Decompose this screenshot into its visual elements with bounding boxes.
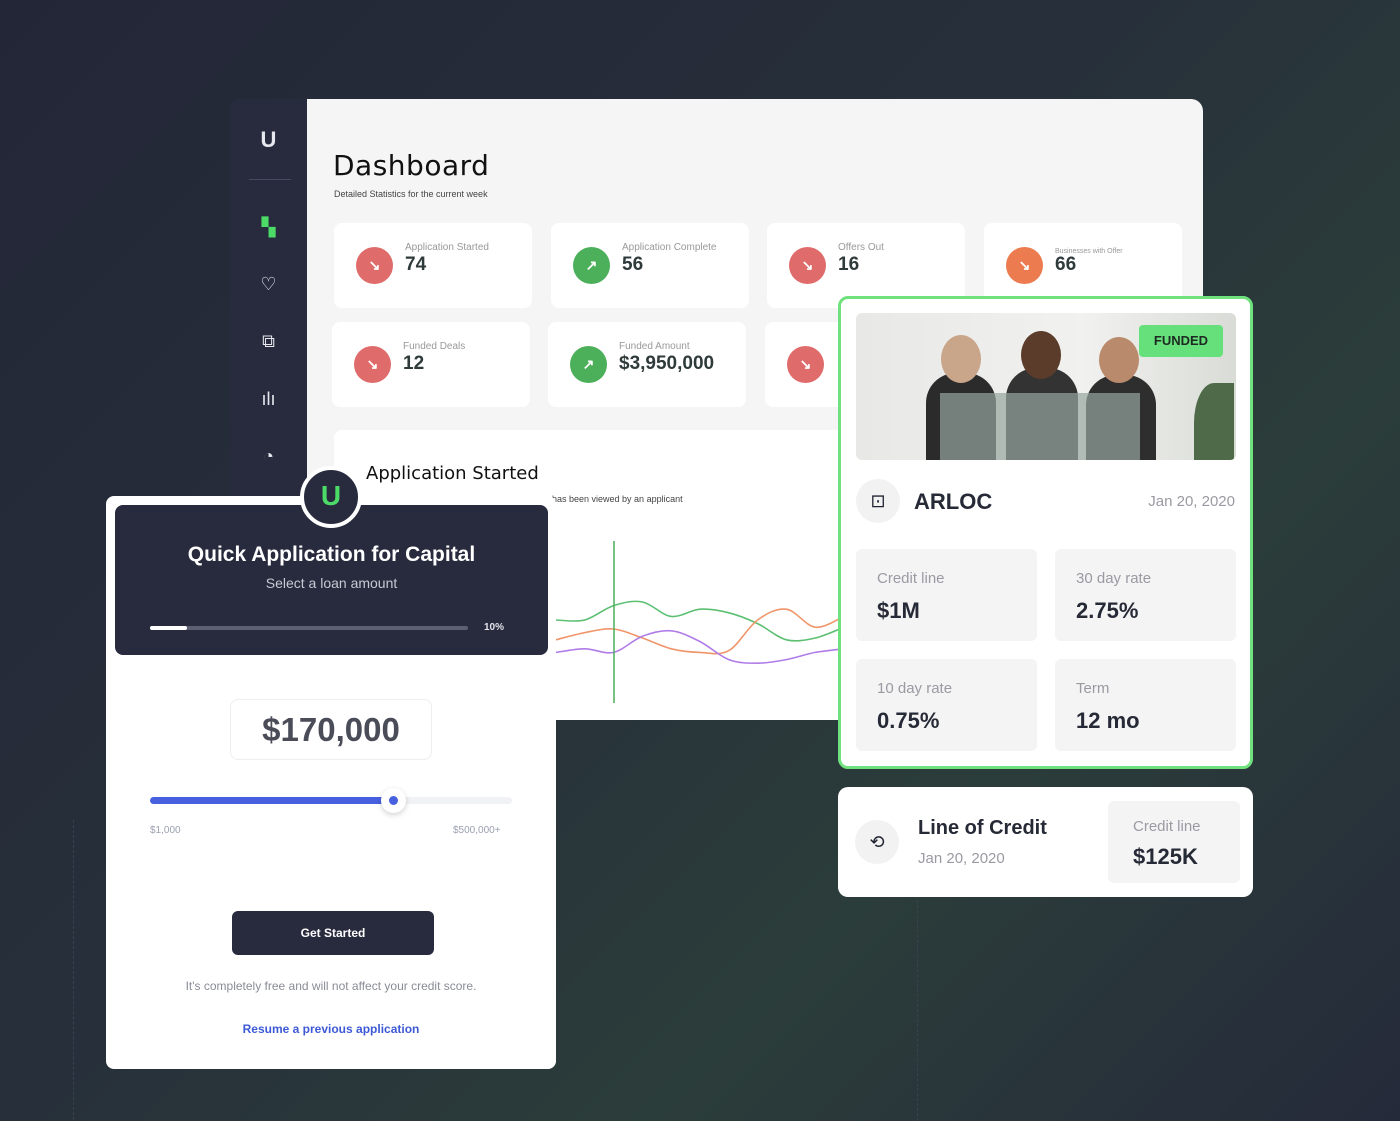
tile-value: 0.75% bbox=[877, 708, 940, 733]
card-icon: ⊡ bbox=[856, 479, 900, 523]
loc-date: Jan 20, 2020 bbox=[918, 850, 1005, 867]
copy-icon: ⧉ bbox=[262, 331, 275, 351]
stat-value: 16 bbox=[838, 254, 860, 275]
decor-line bbox=[917, 900, 918, 1121]
stat-card[interactable]: ↘ Funded Deals 12 bbox=[332, 322, 530, 407]
quick-application-card: Quick Application for Capital Select a l… bbox=[106, 466, 556, 1069]
arrow-down-right-icon: ↘ bbox=[789, 247, 826, 284]
tile-label: 10 day rate bbox=[877, 680, 953, 697]
tile-value: 12 mo bbox=[1076, 708, 1140, 733]
refresh-icon: ⟲ bbox=[855, 820, 899, 864]
logo-icon: U bbox=[300, 466, 362, 528]
loan-slider[interactable] bbox=[150, 788, 512, 813]
tile-30-day-rate: 30 day rate 2.75% bbox=[1055, 549, 1236, 641]
stat-value: 66 bbox=[1055, 254, 1077, 275]
tile-label: Term bbox=[1076, 680, 1110, 697]
slider-handle[interactable] bbox=[380, 788, 406, 813]
tile-label: 30 day rate bbox=[1076, 570, 1152, 587]
arrow-down-right-icon: ↘ bbox=[354, 346, 391, 383]
tile-credit-line: Credit line $1M bbox=[856, 549, 1037, 641]
tile-label: Credit line bbox=[1133, 818, 1201, 835]
sidebar-item-documents[interactable]: ⧉ bbox=[230, 331, 307, 352]
page-subtitle: Detailed Statistics for the current week bbox=[334, 189, 488, 199]
line-of-credit-card[interactable]: ⟲ Line of Credit Jan 20, 2020 Credit lin… bbox=[838, 787, 1253, 897]
series-line bbox=[555, 629, 844, 665]
logo-icon: U bbox=[260, 127, 277, 152]
stat-label: Application Started bbox=[405, 242, 489, 253]
tile-value: $125K bbox=[1133, 844, 1198, 869]
loc-credit-tile: Credit line $125K bbox=[1108, 801, 1240, 883]
sidebar-item-dashboard[interactable]: ▚ bbox=[230, 217, 307, 238]
arrow-down-right-icon: ↘ bbox=[356, 247, 393, 284]
page-title: Dashboard bbox=[333, 149, 490, 182]
stat-value: 74 bbox=[405, 254, 427, 275]
stat-label: Funded Amount bbox=[619, 341, 690, 352]
tile-value: $1M bbox=[877, 598, 920, 623]
pie-chart-icon: ◔ bbox=[263, 446, 274, 466]
tile-10-day-rate: 10 day rate 0.75% bbox=[856, 659, 1037, 751]
tile-value: 2.75% bbox=[1076, 598, 1139, 623]
grid-icon: ▚ bbox=[261, 217, 276, 237]
slider-fill bbox=[150, 797, 393, 804]
get-started-button[interactable]: Get Started bbox=[232, 911, 434, 955]
stat-value: 56 bbox=[622, 254, 644, 275]
offer-date: Jan 20, 2020 bbox=[1148, 493, 1235, 510]
stat-value: $3,950,000 bbox=[619, 353, 715, 374]
amount-display[interactable]: $170,000 bbox=[230, 699, 432, 760]
stat-label: Funded Deals bbox=[403, 341, 466, 352]
heart-handshake-icon: ♡ bbox=[260, 274, 277, 294]
stat-label: Offers Out bbox=[838, 242, 884, 253]
arrow-up-right-icon: ↗ bbox=[573, 247, 610, 284]
sidebar-item-deals[interactable]: ♡ bbox=[230, 274, 307, 295]
arrow-down-right-icon: ↘ bbox=[787, 346, 824, 383]
slider-max-label: $500,000+ bbox=[453, 825, 501, 836]
progress-label: 10% bbox=[484, 622, 505, 633]
funded-badge: FUNDED bbox=[1139, 325, 1223, 357]
sidebar: U ▚ ♡ ⧉ ılı ◔ bbox=[230, 99, 307, 499]
slider-min-label: $1,000 bbox=[150, 825, 181, 836]
arrow-up-right-icon: ↗ bbox=[570, 346, 607, 383]
stat-card[interactable]: ↗ Application Complete 56 bbox=[551, 223, 749, 308]
decor-line bbox=[73, 820, 74, 1120]
stat-card[interactable]: ↗ Funded Amount $3,950,000 bbox=[548, 322, 746, 407]
progress-fill bbox=[150, 626, 187, 630]
arrow-down-right-icon: ↘ bbox=[1006, 247, 1043, 284]
resume-application-link[interactable]: Resume a previous application bbox=[106, 1022, 556, 1036]
loc-name: Line of Credit bbox=[918, 817, 1047, 839]
stat-label: Application Complete bbox=[622, 242, 717, 253]
tile-term: Term 12 mo bbox=[1055, 659, 1236, 751]
quick-title: Quick Application for Capital bbox=[187, 543, 476, 566]
disclaimer-text: It's completely free and will not affect… bbox=[185, 979, 477, 993]
bar-chart-icon: ılı bbox=[261, 389, 276, 409]
sidebar-item-analytics[interactable]: ◔ bbox=[230, 446, 307, 467]
quick-subtitle: Select a loan amount bbox=[265, 575, 398, 591]
sidebar-item-reports[interactable]: ılı bbox=[230, 389, 307, 410]
offer-name: ARLOC bbox=[914, 489, 993, 514]
series-line bbox=[555, 600, 844, 642]
divider bbox=[249, 179, 291, 180]
stat-value: 12 bbox=[403, 353, 425, 374]
arloc-offer-card: FUNDED ⊡ ARLOC Jan 20, 2020 Credit line $… bbox=[838, 296, 1253, 769]
progress-bar bbox=[150, 626, 468, 630]
stat-card[interactable]: ↘ Application Started 74 bbox=[334, 223, 532, 308]
series-line bbox=[555, 608, 844, 655]
tile-label: Credit line bbox=[877, 570, 945, 587]
funded-photo: FUNDED bbox=[856, 313, 1236, 460]
